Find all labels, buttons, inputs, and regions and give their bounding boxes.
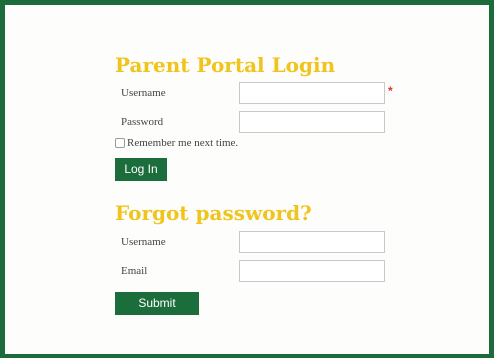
- remember-me-label[interactable]: Remember me next time.: [127, 137, 238, 149]
- login-username-label: Username: [121, 87, 166, 99]
- login-username-row: Username *: [115, 82, 415, 106]
- submit-button[interactable]: Submit: [115, 292, 199, 315]
- log-in-button[interactable]: Log In: [115, 158, 167, 181]
- login-username-input[interactable]: [239, 82, 385, 104]
- login-heading: Parent Portal Login: [115, 53, 336, 77]
- forgot-username-row: Username: [115, 231, 415, 255]
- login-password-row: Password: [115, 111, 415, 135]
- forgot-email-row: Email: [115, 260, 415, 284]
- portal-content: Parent Portal Login Username * Password …: [115, 53, 415, 315]
- forgot-username-label: Username: [121, 236, 166, 248]
- remember-me-checkbox[interactable]: [115, 138, 125, 148]
- portal-frame: Parent Portal Login Username * Password …: [0, 0, 494, 358]
- forgot-password-heading: Forgot password?: [115, 201, 312, 225]
- forgot-username-input[interactable]: [239, 231, 385, 253]
- forgot-email-input[interactable]: [239, 260, 385, 282]
- required-marker: *: [388, 84, 393, 98]
- forgot-email-label: Email: [121, 265, 148, 277]
- remember-me-row: Remember me next time.: [115, 135, 415, 151]
- login-password-input[interactable]: [239, 111, 385, 133]
- login-password-label: Password: [121, 116, 164, 128]
